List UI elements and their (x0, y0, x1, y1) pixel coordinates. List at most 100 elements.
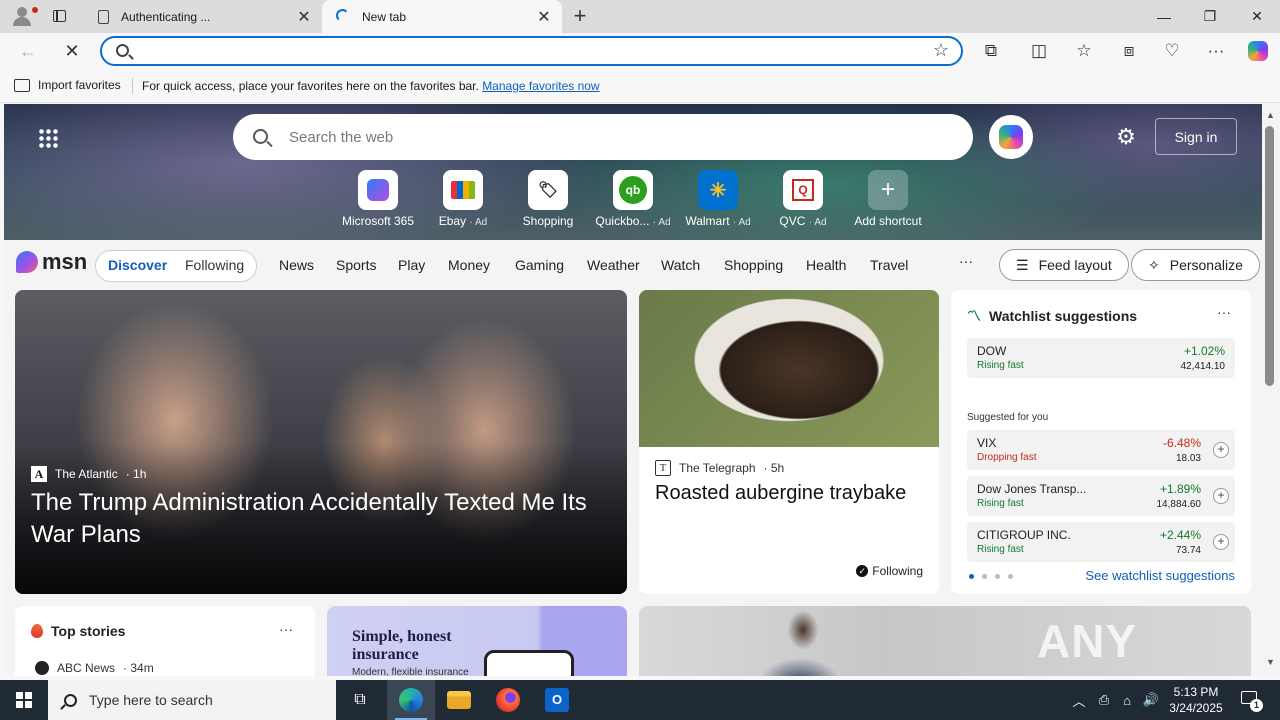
stock-row-citigroup[interactable]: CITIGROUP INC. Rising fast +2.44% 73.74 … (967, 522, 1235, 562)
carousel-dots[interactable] (969, 574, 1013, 579)
clock-date: 3/24/2025 (1169, 701, 1223, 715)
shortcut-ebay[interactable]: Ebay · Ad (420, 170, 506, 228)
taskbar-search[interactable]: Type here to search (48, 680, 336, 720)
address-input[interactable] (142, 41, 912, 61)
add-to-watchlist-icon[interactable]: + (1213, 442, 1229, 458)
scroll-up-icon[interactable]: ▲ (1266, 110, 1275, 120)
manage-favorites-link[interactable]: Manage favorites now (482, 79, 599, 93)
browser-essentials-icon[interactable]: ♡ (1158, 37, 1186, 65)
close-window-button[interactable]: ✕ (1234, 0, 1280, 33)
edge-taskbar-button[interactable] (387, 680, 435, 720)
copilot-icon[interactable] (1244, 37, 1272, 65)
start-button[interactable] (0, 680, 48, 720)
volume-icon[interactable]: 🔊 (1140, 680, 1162, 720)
profile-button[interactable] (8, 4, 38, 28)
shortcut-quickbooks[interactable]: qb Quickbo... · Ad (590, 170, 676, 228)
see-watchlist-link[interactable]: See watchlist suggestions (1085, 568, 1235, 583)
gear-icon[interactable]: ⚙ (1114, 125, 1138, 149)
trend-icon: 〽 (967, 308, 981, 324)
nav-health[interactable]: Health (806, 257, 846, 273)
tab-new-tab[interactable]: New tab ✕ (322, 0, 562, 33)
copilot-button[interactable] (989, 115, 1033, 159)
more-options-icon[interactable]: ··· (279, 621, 293, 637)
msn-logo[interactable]: msn (16, 249, 87, 275)
restore-button[interactable]: ❐ (1187, 0, 1233, 33)
search-icon (116, 44, 129, 57)
clock-time: 5:13 PM (1173, 685, 1219, 699)
nav-sports[interactable]: Sports (336, 257, 376, 273)
import-favorites-button[interactable]: Import favorites (14, 78, 121, 92)
settings-more-icon[interactable]: ··· (1202, 37, 1230, 65)
app-launcher-icon[interactable] (38, 128, 58, 148)
scroll-down-icon[interactable]: ▼ (1266, 657, 1275, 667)
following-badge[interactable]: ✓ Following (856, 564, 923, 578)
add-to-watchlist-icon[interactable]: + (1213, 488, 1229, 504)
personalize-button[interactable]: ✧ Personalize (1131, 249, 1260, 281)
nav-more-icon[interactable]: ··· (959, 253, 973, 269)
story-headline[interactable]: The Trump Administration Accidentally Te… (31, 487, 621, 551)
file-explorer-button[interactable] (435, 680, 483, 720)
extensions-icon[interactable]: ⧉ (977, 37, 1005, 65)
close-tab-icon[interactable]: ✕ (296, 9, 312, 26)
nav-money[interactable]: Money (448, 257, 490, 273)
address-bar[interactable]: ☆ (100, 36, 963, 66)
back-button[interactable]: ← (14, 37, 42, 65)
story-image (755, 606, 845, 676)
notifications-button[interactable]: 1 (1236, 688, 1264, 712)
add-to-watchlist-icon[interactable]: + (1213, 534, 1229, 550)
tab-title: Authenticating ... (121, 9, 211, 24)
page-scrollbar[interactable]: ▲ ▼ (1262, 104, 1280, 676)
photo-story-card[interactable]: ANY RUN (639, 606, 1251, 676)
nav-shopping[interactable]: Shopping (724, 257, 783, 273)
story-headline[interactable]: Roasted aubergine traybake (655, 482, 906, 505)
nav-gaming[interactable]: Gaming (515, 257, 564, 273)
favorites-icon[interactable]: ☆ (1070, 37, 1098, 65)
web-search-box[interactable]: Search the web (233, 114, 973, 160)
stock-row-vix[interactable]: VIX Dropping fast -6.48% 18.03 + (967, 430, 1235, 470)
close-tab-icon[interactable]: ✕ (536, 9, 552, 26)
shortcut-microsoft-365[interactable]: Microsoft 365 (335, 170, 421, 228)
nav-play[interactable]: Play (398, 257, 425, 273)
tab-authenticating[interactable]: Authenticating ... ✕ (84, 0, 322, 33)
minimize-button[interactable]: — (1141, 0, 1187, 33)
shortcut-walmart[interactable]: ✳ Walmart · Ad (675, 170, 761, 228)
insurance-ad-card[interactable]: Simple, honest insurance Modern, flexibl… (327, 606, 627, 676)
ad-subtext: Modern, flexible insurance (352, 667, 469, 676)
the-atlantic-logo: A (31, 466, 47, 482)
nav-watch[interactable]: Watch (661, 257, 700, 273)
flame-icon (31, 624, 43, 638)
more-options-icon[interactable]: ··· (1217, 304, 1231, 320)
windows-icon (16, 692, 32, 708)
show-hidden-icons[interactable]: ︿ (1068, 680, 1090, 720)
nav-travel[interactable]: Travel (870, 257, 908, 273)
tab-following[interactable]: Following (185, 257, 244, 273)
feed-layout-button[interactable]: ☰ Feed layout (999, 249, 1129, 281)
collections-icon[interactable]: ⧈ (1115, 37, 1143, 65)
split-screen-icon[interactable]: ◫ (1025, 37, 1053, 65)
firefox-button[interactable] (484, 680, 532, 720)
hero-story-card[interactable]: A The Atlantic · 1h The Trump Administra… (15, 290, 627, 594)
favorite-star-icon[interactable]: ☆ (933, 40, 949, 61)
shortcut-shopping[interactable]: 🏷 Shopping (505, 170, 591, 228)
watchlist-header: 〽 Watchlist suggestions (967, 308, 1138, 324)
nav-news[interactable]: News (279, 257, 314, 273)
device-icon[interactable]: ⎙ (1093, 680, 1115, 720)
stock-row-dow[interactable]: DOW Rising fast +1.02% 42,414.10 (967, 338, 1235, 378)
nav-weather[interactable]: Weather (587, 257, 640, 273)
new-tab-button[interactable]: + (568, 4, 592, 28)
food-story-card[interactable]: T The Telegraph · 5h Roasted aubergine t… (639, 290, 939, 594)
title-bar: Authenticating ... ✕ New tab ✕ + — ❐ ✕ (0, 0, 1280, 33)
sign-in-button[interactable]: Sign in (1155, 118, 1237, 155)
scrollbar-thumb[interactable] (1265, 126, 1274, 386)
stock-row-dow-jones-transp[interactable]: Dow Jones Transp... Rising fast +1.89% 1… (967, 476, 1235, 516)
tab-discover[interactable]: Discover (108, 257, 167, 273)
new-tab-page: Search the web ⚙ Sign in Microsoft 365 E… (4, 104, 1262, 676)
tab-actions-button[interactable] (48, 6, 70, 26)
outlook-button[interactable]: O (533, 680, 581, 720)
add-shortcut-button[interactable]: + Add shortcut (845, 170, 931, 228)
clock[interactable]: 5:13 PM 3/24/2025 (1160, 684, 1232, 716)
network-icon[interactable]: ⌂ (1116, 680, 1138, 720)
task-view-button[interactable]: ⧉ (336, 680, 384, 720)
stop-loading-button[interactable]: ✕ (58, 37, 86, 65)
shortcut-qvc[interactable]: Q QVC · Ad (760, 170, 846, 228)
